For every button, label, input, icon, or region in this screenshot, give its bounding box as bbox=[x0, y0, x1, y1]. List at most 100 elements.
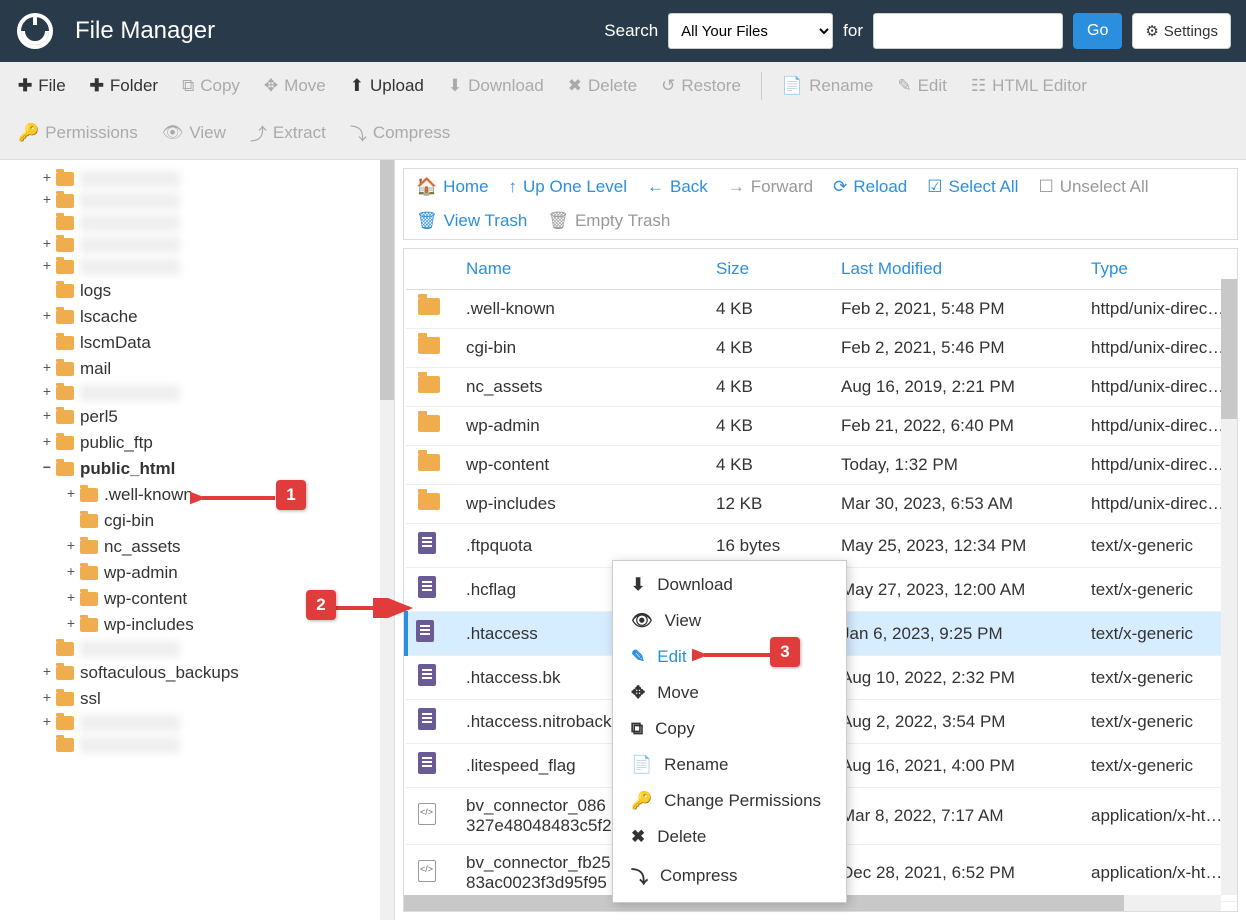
tree-item[interactable]: + bbox=[0, 234, 394, 256]
table-row[interactable]: wp-content4 KBToday, 1:32 PMhttpd/unix-d… bbox=[406, 446, 1237, 485]
empty-trash-button[interactable]: 🗑Empty Trash bbox=[547, 211, 670, 231]
tree-item[interactable]: lscmData bbox=[0, 330, 394, 356]
col-type[interactable]: Type bbox=[1079, 249, 1237, 290]
move-button[interactable]: ✥Move bbox=[254, 68, 336, 104]
file-size: 4 KB bbox=[704, 329, 829, 368]
tree-toggle-icon[interactable]: + bbox=[40, 385, 54, 401]
delete-button[interactable]: ✖Delete bbox=[558, 68, 647, 104]
col-icon[interactable] bbox=[406, 249, 454, 290]
table-row[interactable]: wp-admin4 KBFeb 21, 2022, 6:40 PMhttpd/u… bbox=[406, 407, 1237, 446]
tree-item[interactable]: −public_html bbox=[0, 456, 394, 482]
tree-toggle-icon[interactable]: + bbox=[40, 409, 54, 425]
edit-button[interactable]: ✎Edit bbox=[887, 68, 957, 104]
file-type: text/x-generic bbox=[1079, 612, 1237, 656]
table-row[interactable]: .well-known4 KBFeb 2, 2021, 5:48 PMhttpd… bbox=[406, 290, 1237, 329]
tree-item[interactable]: +nc_assets bbox=[0, 534, 394, 560]
tree-item[interactable]: + bbox=[0, 712, 394, 734]
reload-button[interactable]: ⟳Reload bbox=[833, 177, 907, 197]
tree-item[interactable]: +public_ftp bbox=[0, 430, 394, 456]
tree-item[interactable]: +perl5 bbox=[0, 404, 394, 430]
folder-tree[interactable]: ++++logs+lscachelscmData+mail++perl5+pub… bbox=[0, 160, 395, 920]
tree-item[interactable] bbox=[0, 212, 394, 234]
tree-toggle-icon[interactable]: + bbox=[40, 361, 54, 377]
arrow-1 bbox=[190, 488, 275, 508]
ctx-permissions[interactable]: 🔑Change Permissions bbox=[613, 783, 846, 819]
table-row[interactable]: nc_assets4 KBAug 16, 2019, 2:21 PMhttpd/… bbox=[406, 368, 1237, 407]
tree-toggle-icon[interactable]: + bbox=[64, 487, 78, 503]
upload-button[interactable]: ⬆Upload bbox=[340, 68, 434, 104]
ctx-download[interactable]: ⬇Download bbox=[613, 567, 846, 603]
tree-item[interactable] bbox=[0, 734, 394, 756]
col-name[interactable]: Name bbox=[454, 249, 704, 290]
tree-toggle-icon[interactable]: + bbox=[40, 171, 54, 187]
tree-toggle-icon[interactable]: − bbox=[40, 461, 54, 477]
select-all-button[interactable]: ☑Select All bbox=[927, 177, 1018, 197]
tree-item[interactable]: + bbox=[0, 256, 394, 278]
tree-toggle-icon[interactable]: + bbox=[40, 665, 54, 681]
view-trash-label: View Trash bbox=[444, 211, 528, 231]
extract-button[interactable]: ⤴Extract bbox=[240, 112, 336, 153]
ctx-compress[interactable]: ⤵Compress bbox=[613, 855, 846, 896]
tree-toggle-icon[interactable]: + bbox=[40, 715, 54, 731]
tree-toggle-icon[interactable]: + bbox=[64, 565, 78, 581]
go-button[interactable]: Go bbox=[1073, 13, 1122, 49]
up-icon: ↑ bbox=[509, 177, 518, 197]
view-trash-button[interactable]: 🗑View Trash bbox=[416, 211, 527, 231]
file-icon-cell bbox=[406, 368, 454, 407]
tree-item[interactable]: +lscache bbox=[0, 304, 394, 330]
tree-item[interactable]: +wp-admin bbox=[0, 560, 394, 586]
rename-button[interactable]: 📄Rename bbox=[772, 68, 883, 104]
sidebar-scrollbar[interactable] bbox=[380, 160, 394, 920]
tree-toggle-icon[interactable]: + bbox=[40, 435, 54, 451]
ctx-rename[interactable]: 📄Rename bbox=[613, 747, 846, 783]
ctx-move[interactable]: ✥Move bbox=[613, 675, 846, 711]
scrollbar-thumb[interactable] bbox=[380, 160, 394, 400]
tree-item[interactable]: cgi-bin bbox=[0, 508, 394, 534]
tree-item[interactable]: +ssl bbox=[0, 686, 394, 712]
view-button[interactable]: 👁View bbox=[152, 112, 236, 153]
search-scope-select[interactable]: All Your Files bbox=[668, 13, 833, 49]
ctx-delete[interactable]: ✖Delete bbox=[613, 819, 846, 855]
html-editor-button[interactable]: ☷HTML Editor bbox=[961, 68, 1097, 104]
download-button[interactable]: ⬇Download bbox=[438, 68, 554, 104]
tree-item[interactable]: + bbox=[0, 382, 394, 404]
table-row[interactable]: wp-includes12 KBMar 30, 2023, 6:53 AMhtt… bbox=[406, 485, 1237, 524]
tree-item-label bbox=[80, 193, 180, 209]
folder-button[interactable]: ✚Folder bbox=[80, 68, 168, 104]
settings-button[interactable]: ⚙ Settings bbox=[1132, 13, 1231, 49]
search-input[interactable] bbox=[873, 13, 1063, 49]
tree-item[interactable]: +mail bbox=[0, 356, 394, 382]
tree-item[interactable]: +softaculous_backups bbox=[0, 660, 394, 686]
tree-item[interactable]: logs bbox=[0, 278, 394, 304]
tree-toggle-icon[interactable]: + bbox=[40, 691, 54, 707]
tree-item[interactable]: + bbox=[0, 168, 394, 190]
restore-button[interactable]: ↺Restore bbox=[651, 68, 751, 104]
unselect-all-button[interactable]: ☐Unselect All bbox=[1038, 177, 1148, 197]
up-button[interactable]: ↑Up One Level bbox=[509, 177, 627, 197]
file-button[interactable]: ✚File bbox=[8, 68, 76, 104]
forward-button[interactable]: →Forward bbox=[728, 177, 813, 197]
col-modified[interactable]: Last Modified bbox=[829, 249, 1079, 290]
file-icon-cell bbox=[406, 524, 454, 568]
permissions-button[interactable]: 🔑Permissions bbox=[8, 112, 148, 153]
compress-button[interactable]: ⤵Compress bbox=[340, 112, 460, 153]
back-button[interactable]: ←Back bbox=[647, 177, 708, 197]
home-button[interactable]: 🏠Home bbox=[416, 177, 489, 197]
tree-item[interactable]: + bbox=[0, 190, 394, 212]
tree-toggle-icon[interactable]: + bbox=[40, 193, 54, 209]
tree-toggle-icon[interactable]: + bbox=[40, 309, 54, 325]
tree-toggle-icon[interactable]: + bbox=[64, 617, 78, 633]
cpanel-icon bbox=[15, 11, 55, 51]
tree-toggle-icon[interactable]: + bbox=[64, 539, 78, 555]
col-size[interactable]: Size bbox=[704, 249, 829, 290]
tree-item[interactable] bbox=[0, 638, 394, 660]
ctx-view[interactable]: 👁View bbox=[613, 603, 846, 639]
ctx-copy[interactable]: ⧉Copy bbox=[613, 711, 846, 747]
copy-button[interactable]: ⧉Copy bbox=[172, 68, 250, 104]
table-row[interactable]: cgi-bin4 KBFeb 2, 2021, 5:46 PMhttpd/uni… bbox=[406, 329, 1237, 368]
tree-toggle-icon[interactable]: + bbox=[40, 259, 54, 275]
table-vscroll[interactable] bbox=[1221, 279, 1237, 895]
tree-toggle-icon[interactable]: + bbox=[40, 237, 54, 253]
scrollbar-thumb[interactable] bbox=[1221, 279, 1237, 419]
tree-toggle-icon[interactable]: + bbox=[64, 591, 78, 607]
